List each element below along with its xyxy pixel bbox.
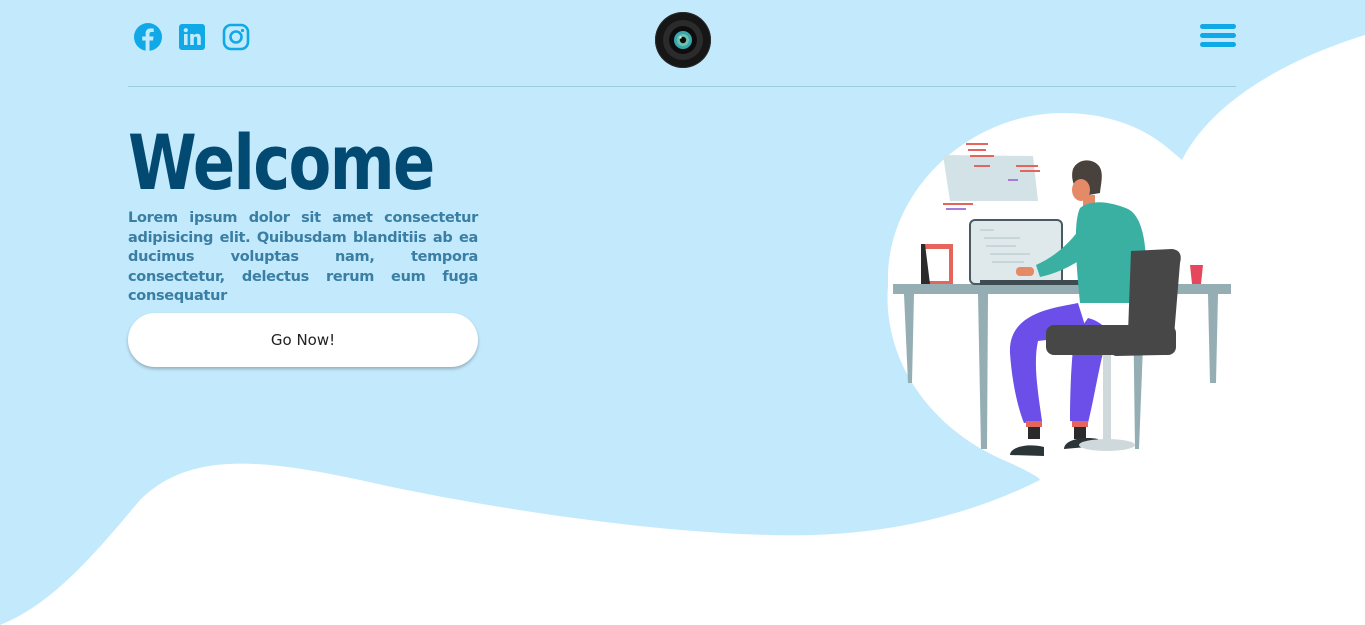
menu-bar	[1200, 24, 1236, 29]
linkedin-icon[interactable]	[177, 22, 207, 52]
go-now-button[interactable]: Go Now!	[128, 313, 478, 367]
camera-lens-logo[interactable]	[655, 12, 711, 68]
site-header	[128, 0, 1236, 87]
hero-title: Welcome	[128, 118, 435, 207]
menu-bar	[1200, 33, 1236, 38]
person-working-illustration	[888, 113, 1233, 463]
facebook-icon[interactable]	[133, 22, 163, 52]
menu-bar	[1200, 42, 1236, 47]
hero-description: Lorem ipsum dolor sit amet consectetur a…	[128, 210, 478, 304]
hamburger-menu-icon[interactable]	[1200, 24, 1236, 48]
instagram-icon[interactable]	[221, 22, 251, 52]
social-links	[133, 22, 251, 52]
